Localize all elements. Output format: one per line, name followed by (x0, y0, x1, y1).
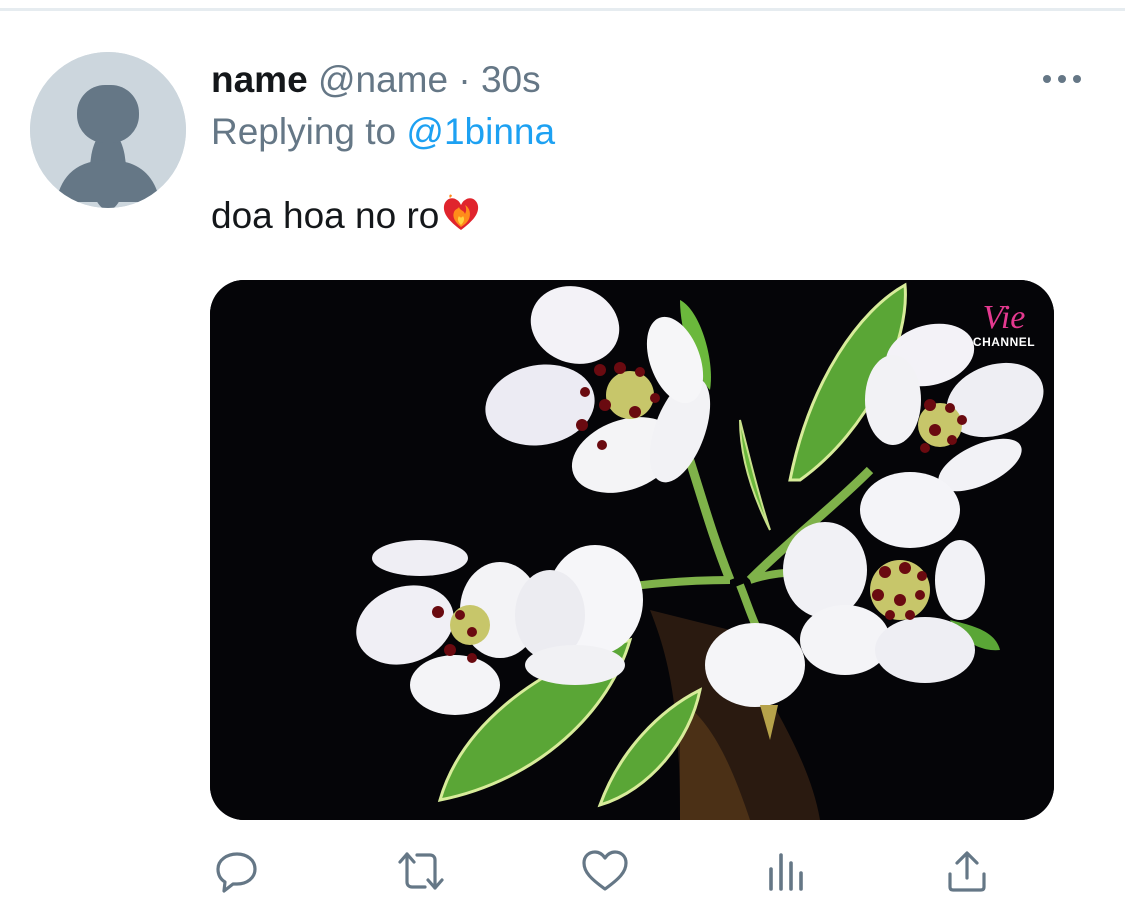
share-icon (948, 851, 986, 892)
tweet-header: name @name · 30s (211, 56, 541, 104)
replying-prefix: Replying to (211, 111, 397, 152)
user-handle[interactable]: @name (318, 59, 448, 100)
tweet-text: doa hoa no ro (211, 190, 481, 242)
share-button[interactable] (941, 846, 993, 896)
vie-channel-watermark: Vie CHANNEL (966, 299, 1042, 349)
retweet-icon (398, 852, 444, 890)
flower-photo (210, 280, 1054, 820)
separator-dot: · (458, 59, 471, 100)
tweet-actions (211, 846, 1001, 896)
reply-icon (216, 852, 257, 893)
watermark-brand: Vie (982, 299, 1026, 336)
avatar[interactable] (30, 52, 186, 208)
like-icon (582, 850, 628, 891)
display-name[interactable]: name (211, 59, 308, 100)
timestamp[interactable]: 30s (481, 59, 541, 100)
heart-on-fire-emoji (441, 194, 481, 248)
watermark-sub: CHANNEL (972, 335, 1036, 349)
like-button[interactable] (579, 846, 631, 896)
retweet-button[interactable] (395, 846, 447, 896)
analytics-button[interactable] (761, 846, 813, 896)
replying-to: Replying to @1binna (211, 108, 555, 156)
tweet-body: doa hoa no ro (211, 195, 440, 236)
top-divider (0, 8, 1125, 11)
more-icon (1043, 75, 1081, 83)
default-profile-icon (30, 52, 186, 208)
analytics-icon (769, 853, 803, 891)
tweet-media-image[interactable]: Vie CHANNEL (210, 280, 1054, 820)
reply-to-handle-link[interactable]: @1binna (406, 111, 555, 152)
reply-button[interactable] (211, 846, 263, 896)
more-options-button[interactable] (1040, 62, 1084, 96)
